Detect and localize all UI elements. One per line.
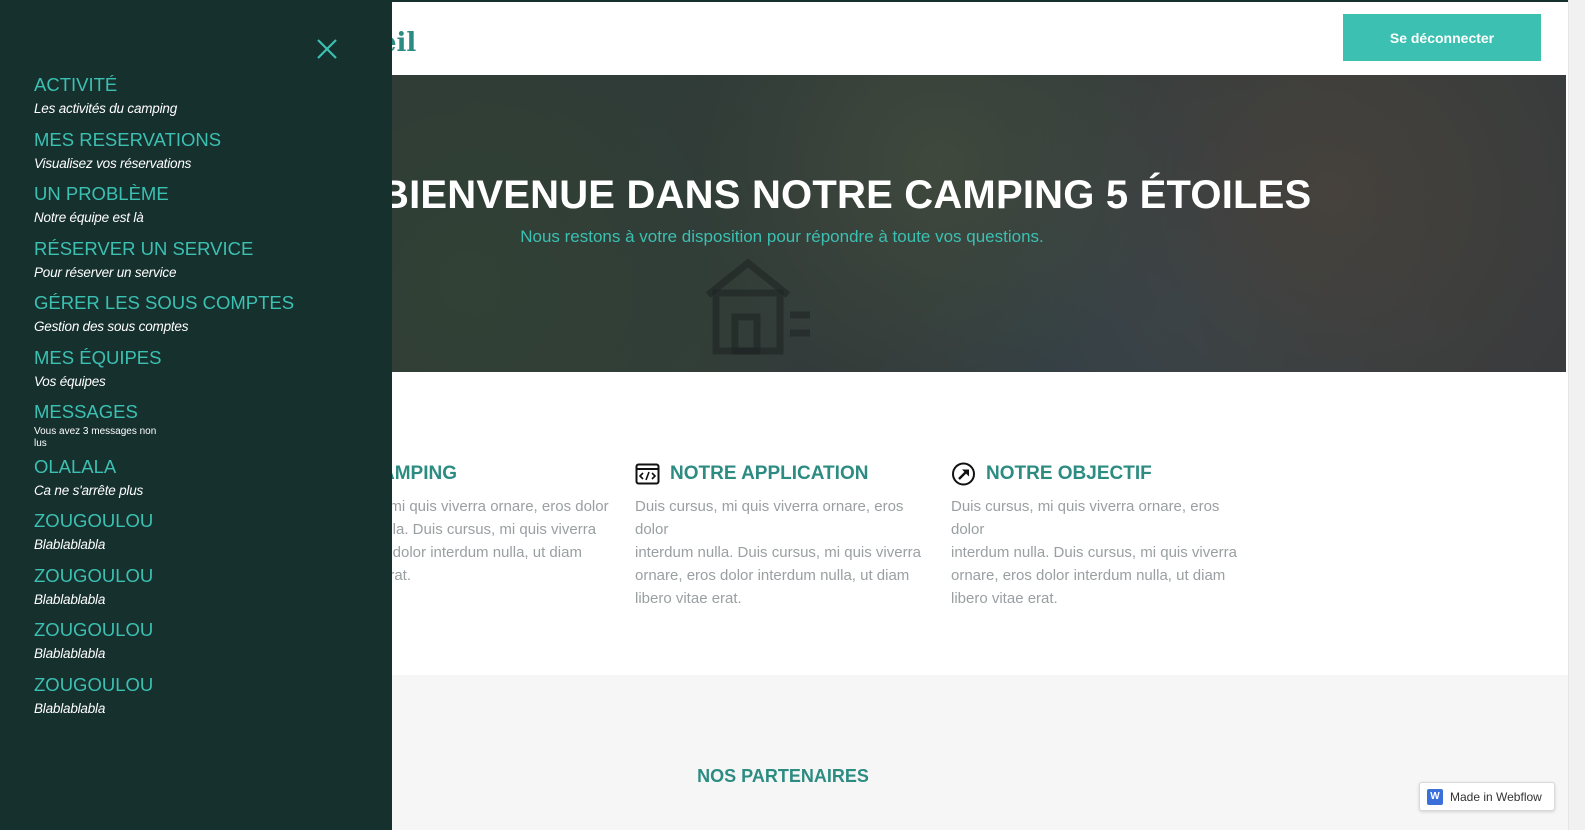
feature-title: AMPING [381, 463, 457, 484]
side-drawer: ACTIVITÉ Les activités du camping MES RE… [0, 0, 392, 830]
menu-item-label: OLALALA [34, 455, 117, 477]
menu-item-label: ZOUGOULOU [34, 673, 154, 695]
feature-objective: NOTRE OBJECTIF Duis cursus, mi quis vive… [951, 462, 1251, 610]
hero-title: BIENVENUE DANS NOTRE CAMPING 5 ÉTOILES [380, 173, 1312, 217]
house-watermark-icon [705, 258, 810, 355]
menu-item-label: ZOUGOULOU [34, 619, 154, 640]
arrow-circle-icon [952, 462, 975, 486]
menu-item-description: Notre équipe est là [34, 210, 144, 225]
menu-item-mes-equipes[interactable]: MES ÉQUIPES Vos équipes [34, 346, 364, 401]
menu-item-mes-reservations[interactable]: MES RESERVATIONS Visualisez vos réservat… [34, 128, 364, 183]
menu-item-description: Blablablabla [34, 646, 106, 661]
feature-line: ornare, eros dolor interdum nulla, ut di… [951, 567, 1226, 584]
feature-title: NOTRE APPLICATION [670, 463, 869, 484]
drawer-menu: ACTIVITÉ Les activités du camping MES RE… [34, 73, 364, 727]
menu-item-description: Pour réserver un service [34, 264, 177, 280]
menu-item-label: GÉRER LES SOUS COMPTES [34, 292, 295, 313]
menu-item-description: Les activités du camping [34, 101, 178, 116]
menu-item-un-probleme[interactable]: UN PROBLÈME Notre équipe est là [34, 182, 364, 237]
menu-item-messages[interactable]: MESSAGES Vous avez 3 messages non lus [34, 400, 364, 455]
feature-description: Duis cursus, mi quis viverra ornare, ero… [951, 495, 1251, 610]
page-scrollbar[interactable] [1568, 0, 1585, 830]
menu-item-gerer-sous-comptes[interactable]: GÉRER LES SOUS COMPTES Gestion des sous … [34, 291, 364, 346]
webflow-logo-icon: W [1427, 788, 1443, 805]
feature-description: Duis cursus, mi quis viverra ornare, ero… [635, 495, 935, 610]
menu-item-label: ZOUGOULOU [34, 510, 154, 531]
feature-line: interdum nulla. Duis cursus, mi quis viv… [951, 544, 1237, 561]
menu-item-olalala[interactable]: OLALALA Ca ne s'arrête plus [34, 455, 364, 510]
webflow-badge[interactable]: W Made in Webflow [1419, 782, 1555, 811]
menu-item-zougoulou[interactable]: ZOUGOULOU Blablablabla [34, 509, 364, 564]
feature-line: Duis cursus, mi quis viverra ornare, ero… [951, 498, 1220, 538]
logout-button[interactable]: Se déconnecter [1343, 14, 1541, 61]
menu-item-description: Ca ne s'arrête plus [34, 482, 144, 498]
close-icon[interactable] [314, 36, 340, 62]
menu-item-zougoulou[interactable]: ZOUGOULOU Blablablabla [34, 564, 364, 619]
menu-item-label: ZOUGOULOU [34, 564, 154, 586]
menu-item-label: MES ÉQUIPES [34, 346, 162, 368]
menu-item-label: MESSAGES [34, 401, 138, 422]
menu-item-label: MES RESERVATIONS [34, 128, 222, 150]
menu-item-description: Blablablabla [34, 700, 106, 716]
menu-item-description: Vous avez 3 messages non lus [34, 426, 157, 449]
feature-header: NOTRE OBJECTIF [951, 462, 1251, 486]
feature-line: Duis cursus, mi quis viverra ornare, ero… [635, 498, 904, 538]
menu-item-reserver-service[interactable]: RÉSERVER UN SERVICE Pour réserver un ser… [34, 237, 364, 292]
menu-item-description: Blablablabla [34, 537, 106, 552]
menu-item-description: Vos équipes [34, 373, 106, 389]
menu-item-zougoulou[interactable]: ZOUGOULOU Blablablabla [34, 618, 364, 673]
feature-header: NOTRE APPLICATION [635, 462, 935, 486]
code-window-icon [635, 463, 660, 485]
feature-title: NOTRE OBJECTIF [986, 463, 1152, 484]
feature-application: NOTRE APPLICATION Duis cursus, mi quis v… [635, 462, 935, 610]
menu-item-description: Blablablabla [34, 591, 106, 607]
webflow-badge-label: Made in Webflow [1450, 789, 1542, 804]
menu-item-description: Visualisez vos réservations [34, 155, 192, 171]
feature-line: interdum nulla. Duis cursus, mi quis viv… [635, 544, 921, 561]
menu-item-zougoulou[interactable]: ZOUGOULOU Blablablabla [34, 673, 364, 728]
menu-item-label: ACTIVITÉ [34, 74, 118, 95]
menu-item-activite[interactable]: ACTIVITÉ Les activités du camping [34, 73, 364, 128]
feature-line: ornare, eros dolor interdum nulla, ut di… [635, 567, 910, 584]
menu-item-label: UN PROBLÈME [34, 183, 169, 204]
feature-line: libero vitae erat. [951, 590, 1058, 607]
menu-item-label: RÉSERVER UN SERVICE [34, 237, 254, 259]
feature-line: libero vitae erat. [635, 590, 742, 607]
hero-subtitle-text: Nous restons à votre disposition pour ré… [520, 227, 1044, 246]
menu-item-description: Gestion des sous comptes [34, 319, 189, 334]
